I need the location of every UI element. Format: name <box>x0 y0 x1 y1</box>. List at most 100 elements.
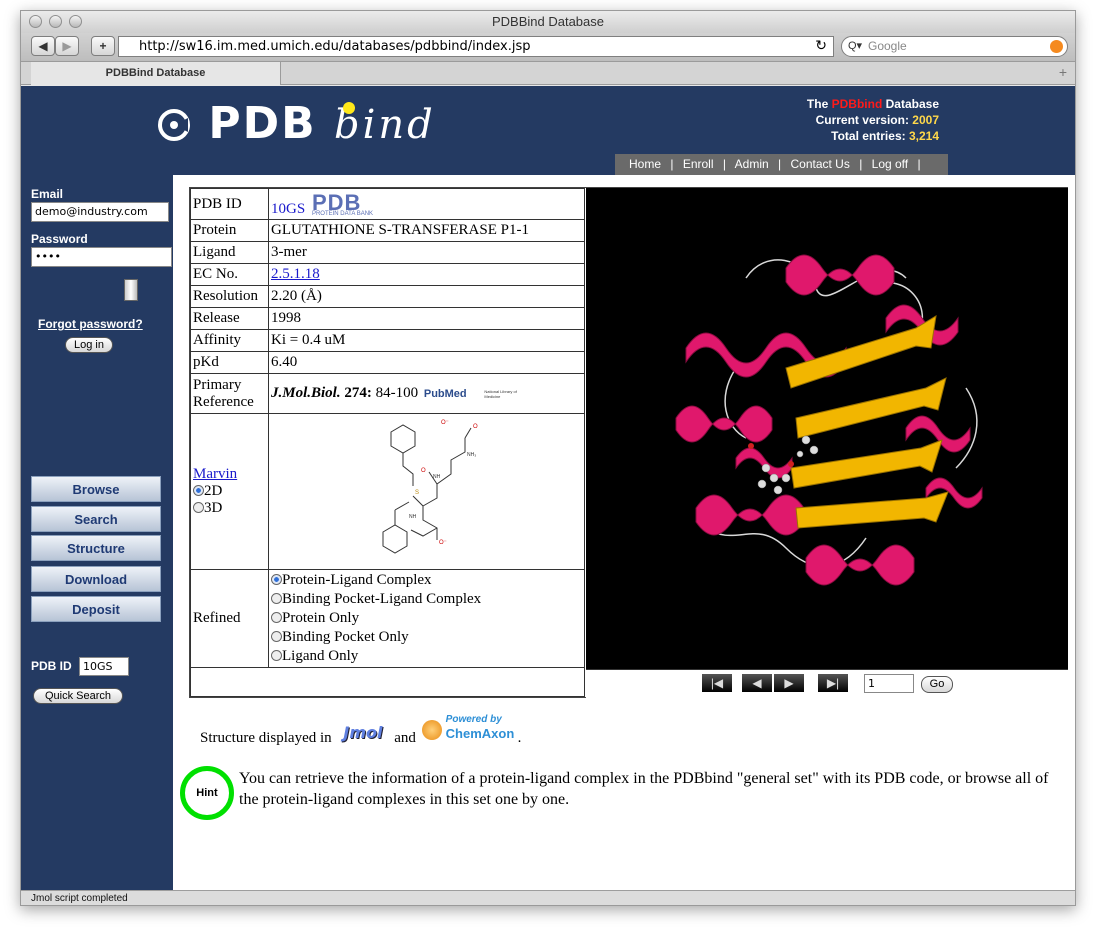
tab-label: PDBBind Database <box>105 67 206 79</box>
search-field[interactable]: Q▾ Google <box>841 36 1068 57</box>
close-window-button[interactable] <box>29 15 42 28</box>
forgot-password-link[interactable]: Forgot password? <box>38 317 143 331</box>
refined-option-pocket-complex[interactable]: Binding Pocket-Ligand Complex <box>271 590 582 609</box>
radio-icon <box>271 612 282 623</box>
structure-button[interactable]: Structure <box>31 535 161 561</box>
viewer-controls: |◀ ◀ ▶ ▶| 1 Go <box>586 669 1068 698</box>
svg-text:O⁻: O⁻ <box>441 420 449 426</box>
snapback-icon[interactable] <box>1050 40 1063 53</box>
tab-pdbbind[interactable]: PDBBind Database <box>31 62 281 85</box>
jmol-logo[interactable]: Jmol <box>343 723 382 742</box>
new-tab-icon[interactable]: + <box>1059 64 1067 80</box>
search-button[interactable]: Search <box>31 506 161 532</box>
address-bar[interactable]: http://sw16.im.med.umich.edu/databases/p… <box>118 36 834 57</box>
deposit-button[interactable]: Deposit <box>31 596 161 622</box>
svg-text:NH₃: NH₃ <box>467 452 476 458</box>
login-button[interactable]: Log in <box>65 337 113 353</box>
svg-text:O⁻: O⁻ <box>439 540 447 546</box>
release-value: 1998 <box>268 307 585 330</box>
nav-admin[interactable]: Admin <box>735 157 769 171</box>
radio-2d[interactable]: 2D <box>193 483 266 500</box>
frame-number-input[interactable]: 1 <box>864 674 914 693</box>
and-text: and <box>394 730 416 746</box>
nav-enroll[interactable]: Enroll <box>683 157 714 171</box>
top-nav: Home | Enroll | Admin | Contact Us | Log… <box>615 154 948 175</box>
refined-options: Protein-Ligand Complex Binding Pocket-Li… <box>268 569 585 668</box>
svg-text:S: S <box>415 490 419 496</box>
add-bookmark-button[interactable]: + <box>91 36 115 56</box>
radio-3d[interactable]: 3D <box>193 500 266 517</box>
browse-button[interactable]: Browse <box>31 476 161 502</box>
refined-option-label: Ligand Only <box>282 648 359 664</box>
refined-option-label: Binding Pocket-Ligand Complex <box>282 591 482 607</box>
email-field[interactable]: demo@industry.com <box>31 202 169 222</box>
jmol-viewer[interactable] <box>586 188 1068 669</box>
refined-option-ligand[interactable]: Ligand Only <box>271 647 582 666</box>
reference-label: Primary Reference <box>190 373 269 414</box>
refined-label: Refined <box>190 569 269 668</box>
previous-icon: ◀ <box>752 676 762 690</box>
zoom-window-button[interactable] <box>69 15 82 28</box>
entries-label: Total entries: <box>831 129 906 143</box>
next-frame-button[interactable]: ▶ <box>774 674 804 692</box>
nav-home[interactable]: Home <box>629 157 661 171</box>
pdb-logo[interactable]: PDB PROTEIN DATA BANK <box>312 190 373 217</box>
protein-value: GLUTATHIONE S-TRANSFERASE P1-1 <box>268 219 585 242</box>
refined-option-label: Protein Only <box>282 610 360 626</box>
chemaxon-emblem-icon <box>421 720 442 740</box>
nlm-logo[interactable]: National Library of Medicine <box>484 389 530 399</box>
minimize-window-button[interactable] <box>49 15 62 28</box>
quick-search-button[interactable]: Quick Search <box>33 688 123 704</box>
last-icon: ▶| <box>826 676 840 690</box>
refined-option-label: Protein-Ligand Complex <box>282 572 432 588</box>
pdbid-value[interactable]: 10GS <box>271 201 305 217</box>
nav-contact-us[interactable]: Contact Us <box>790 157 849 171</box>
resolution-label: Resolution <box>190 285 269 308</box>
logo-text: PDB <box>208 98 317 149</box>
search-placeholder: Google <box>868 39 907 53</box>
password-field[interactable]: •••• <box>31 247 172 267</box>
hint-text: You can retrieve the information of a pr… <box>239 770 1049 808</box>
header-the: The <box>806 97 829 111</box>
pdbbind-logo[interactable]: PDB bind <box>157 98 436 149</box>
browser-window: PDBBind Database ◀ ▶ + http://sw16.im.me… <box>20 10 1076 906</box>
pdbid-field[interactable]: 10GS <box>79 657 129 676</box>
refined-option-complex[interactable]: Protein-Ligand Complex <box>271 571 582 590</box>
release-label: Release <box>190 307 269 330</box>
radio-2d-label: 2D <box>204 483 223 499</box>
nav-separator: | <box>917 157 921 171</box>
ligand-structure-cell: O⁻ O O O⁻ S NH₃ NH NH <box>268 413 585 570</box>
go-button[interactable]: Go <box>921 676 953 693</box>
radio-3d-icon <box>193 502 204 513</box>
protein-structure-image <box>675 254 983 586</box>
nav-log-off[interactable]: Log off <box>872 157 908 171</box>
refined-option-pocket[interactable]: Binding Pocket Only <box>271 628 582 647</box>
last-frame-button[interactable]: ▶| <box>818 674 848 692</box>
affinity-value: Ki = 0.4 uM <box>268 329 585 352</box>
reload-icon[interactable]: ↻ <box>815 37 827 56</box>
nav-separator: | <box>778 157 782 171</box>
forward-button[interactable]: ▶ <box>55 36 79 56</box>
url-text: http://sw16.im.med.umich.edu/databases/p… <box>139 39 531 54</box>
ec-link[interactable]: 2.5.1.18 <box>271 266 320 282</box>
email-label: Email <box>31 187 64 201</box>
window-titlebar: PDBBind Database <box>21 11 1075 33</box>
ec-label: EC No. <box>190 263 269 286</box>
back-button[interactable]: ◀ <box>31 36 55 56</box>
previous-frame-button[interactable]: ◀ <box>742 674 772 692</box>
pkd-value: 6.40 <box>268 351 585 374</box>
sidebar: Email demo@industry.com Password •••• Fo… <box>21 175 173 890</box>
pubmed-logo[interactable]: PubMed <box>424 388 467 400</box>
marvin-link[interactable]: Marvin <box>193 466 266 483</box>
entry-panel: PDB ID 10GS PDB PROTEIN DATA BANK Protei… <box>189 187 1068 698</box>
first-frame-button[interactable]: |◀ <box>702 674 732 692</box>
scroll-handle[interactable] <box>124 279 138 301</box>
status-bar: Jmol script completed <box>21 890 1075 905</box>
nav-separator: | <box>670 157 674 171</box>
refined-option-protein[interactable]: Protein Only <box>271 609 582 628</box>
logo-dot-icon <box>343 102 355 114</box>
password-label: Password <box>31 232 88 246</box>
download-button[interactable]: Download <box>31 566 161 592</box>
empty-footer-cell <box>190 667 585 697</box>
chemaxon-logo[interactable]: Powered by ChemAxon <box>421 714 518 748</box>
